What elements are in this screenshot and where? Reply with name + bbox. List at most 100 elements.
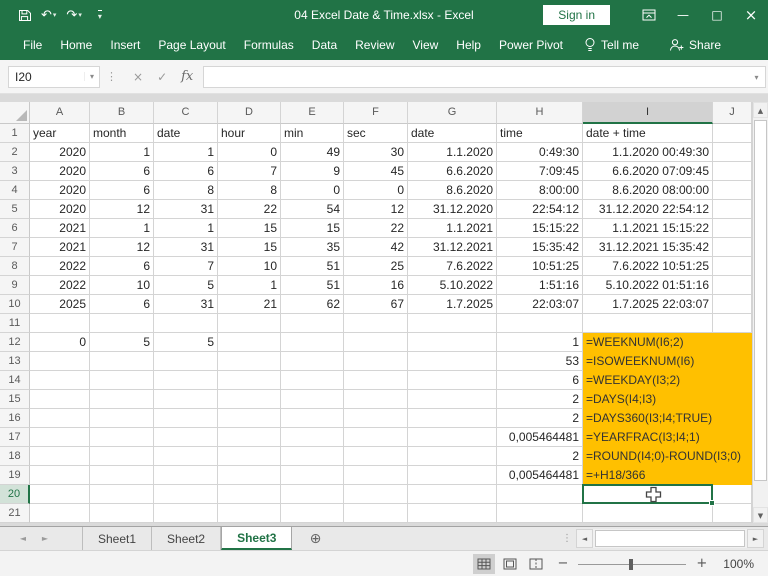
cell-G12[interactable] [408,333,497,352]
cell-G7[interactable]: 31.12.2021 [408,238,497,257]
cell-C9[interactable]: 5 [154,276,218,295]
cell-D7[interactable]: 15 [218,238,281,257]
cell-A13[interactable] [30,352,90,371]
row-header-3[interactable]: 3 [0,162,30,181]
sheet-nav-left-icon[interactable]: ◄ [12,527,34,550]
cell-G10[interactable]: 1.7.2025 [408,295,497,314]
cell-J1[interactable] [713,124,752,143]
cell-F4[interactable]: 0 [344,181,408,200]
column-header-G[interactable]: G [408,102,497,124]
cell-B19[interactable] [90,466,154,485]
cell-G11[interactable] [408,314,497,333]
cell-F2[interactable]: 30 [344,143,408,162]
cell-E8[interactable]: 51 [281,257,344,276]
cell-C12[interactable]: 5 [154,333,218,352]
row-header-16[interactable]: 16 [0,409,30,428]
cell-D19[interactable] [218,466,281,485]
cell-G21[interactable] [408,504,497,523]
cell-J11[interactable] [713,314,752,333]
cell-C17[interactable] [154,428,218,447]
column-header-E[interactable]: E [281,102,344,124]
cell-C16[interactable] [154,409,218,428]
cell-A18[interactable] [30,447,90,466]
cell-J20[interactable] [713,485,752,504]
cell-F11[interactable] [344,314,408,333]
cell-F3[interactable]: 45 [344,162,408,181]
cell-A1[interactable]: year [30,124,90,143]
sign-in-button[interactable]: Sign in [543,5,610,25]
cell-E5[interactable]: 54 [281,200,344,219]
cell-C19[interactable] [154,466,218,485]
cell-C18[interactable] [154,447,218,466]
zoom-out-button[interactable]: − [551,556,574,571]
cell-E18[interactable] [281,447,344,466]
horizontal-scrollbar[interactable] [593,529,747,548]
cell-A3[interactable]: 2020 [30,162,90,181]
cell-I15[interactable]: =DAYS(I4;I3) [583,390,713,409]
cell-G15[interactable] [408,390,497,409]
cell-E20[interactable] [281,485,344,504]
cell-H8[interactable]: 10:51:25 [497,257,583,276]
cell-F1[interactable]: sec [344,124,408,143]
cell-J9[interactable] [713,276,752,295]
share-button[interactable]: Share [661,33,729,57]
cell-J7[interactable] [713,238,752,257]
redo-dropdown-caret[interactable]: ▾ [78,11,82,19]
column-header-B[interactable]: B [90,102,154,124]
cell-J6[interactable] [713,219,752,238]
cell-H3[interactable]: 7:09:45 [497,162,583,181]
column-header-J[interactable]: J [713,102,752,124]
row-header-21[interactable]: 21 [0,504,30,523]
cell-J17[interactable] [713,428,752,447]
column-header-F[interactable]: F [344,102,408,124]
formula-bar-expand-icon[interactable]: ▾ [748,65,766,88]
cell-E11[interactable] [281,314,344,333]
row-header-15[interactable]: 15 [0,390,30,409]
cell-I20[interactable] [582,484,715,506]
cell-I13[interactable]: =ISOWEEKNUM(I6) [583,352,713,371]
cell-E19[interactable] [281,466,344,485]
cell-C5[interactable]: 31 [154,200,218,219]
tab-review[interactable]: Review [346,33,403,57]
enter-icon[interactable]: ✓ [157,70,167,84]
cell-I19[interactable]: =+H18/366 [583,466,713,485]
cell-G20[interactable] [408,485,497,504]
vscroll-thumb[interactable] [754,120,767,481]
cell-E15[interactable] [281,390,344,409]
cell-D2[interactable]: 0 [218,143,281,162]
normal-view-button[interactable] [473,553,496,574]
name-box[interactable]: I20 ▾ [8,65,100,88]
cell-G9[interactable]: 5.10.2022 [408,276,497,295]
cell-F9[interactable]: 16 [344,276,408,295]
cell-B3[interactable]: 6 [90,162,154,181]
cell-B15[interactable] [90,390,154,409]
cell-H16[interactable]: 2 [497,409,583,428]
zoom-slider[interactable] [578,556,687,572]
formula-bar-splitter-icon[interactable]: ⋮ [100,70,123,83]
cell-E1[interactable]: min [281,124,344,143]
minimize-button[interactable]: — [666,0,700,30]
cell-G2[interactable]: 1.1.2020 [408,143,497,162]
cancel-icon[interactable]: × [133,70,143,84]
cell-B5[interactable]: 12 [90,200,154,219]
fill-handle[interactable] [709,500,715,506]
cell-D13[interactable] [218,352,281,371]
cell-A5[interactable]: 2020 [30,200,90,219]
cell-H20[interactable] [497,485,583,504]
cell-B11[interactable] [90,314,154,333]
vertical-scrollbar[interactable]: ▲ ▼ [752,102,768,523]
cell-F15[interactable] [344,390,408,409]
tab-help[interactable]: Help [447,33,490,57]
sheet-nav-right-icon[interactable]: ► [34,527,56,550]
cell-D20[interactable] [218,485,281,504]
cell-F21[interactable] [344,504,408,523]
cell-H7[interactable]: 15:35:42 [497,238,583,257]
cell-D5[interactable]: 22 [218,200,281,219]
cell-B2[interactable]: 1 [90,143,154,162]
cell-F14[interactable] [344,371,408,390]
tab-view[interactable]: View [404,33,448,57]
cell-A21[interactable] [30,504,90,523]
cell-F8[interactable]: 25 [344,257,408,276]
cell-I16[interactable]: =DAYS360(I3;I4;TRUE) [583,409,713,428]
cell-D16[interactable] [218,409,281,428]
